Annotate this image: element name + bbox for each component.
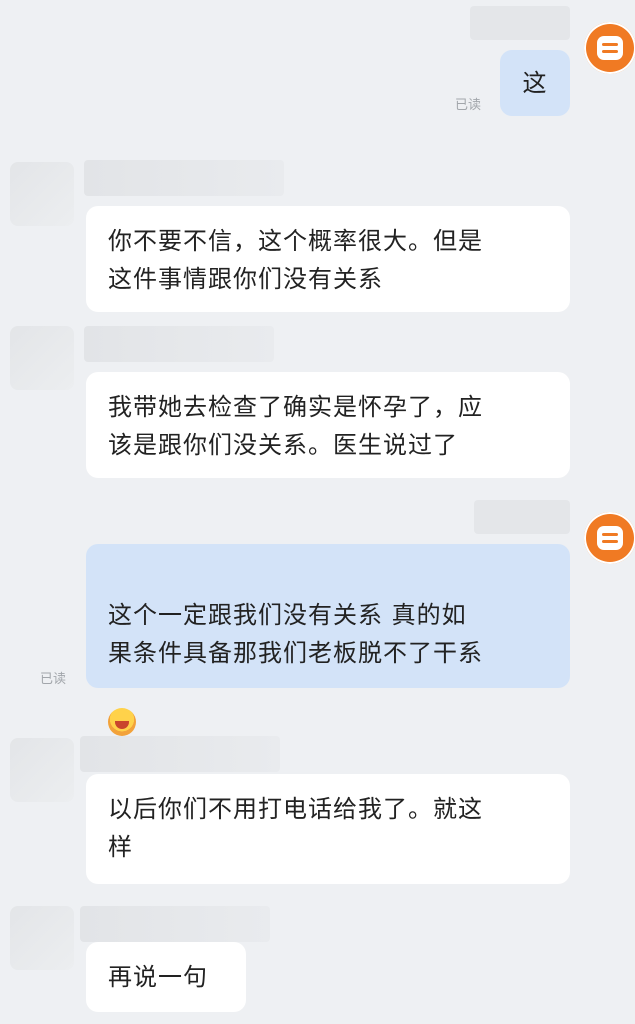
contact-avatar[interactable] bbox=[10, 162, 74, 226]
avatar-logo-icon bbox=[597, 36, 623, 60]
contact-name-blurred bbox=[84, 160, 284, 196]
message-text: 这个一定跟我们没有关系 真的如 果条件具备那我们老板脱不了干系 bbox=[108, 601, 483, 667]
message-bubble-incoming[interactable]: 再说一句 bbox=[86, 942, 246, 1012]
my-avatar[interactable] bbox=[584, 512, 635, 564]
avatar-logo-icon bbox=[597, 526, 623, 550]
message-bubble-incoming[interactable]: 以后你们不用打电话给我了。就这 样 bbox=[86, 774, 570, 884]
read-receipt: 已读 bbox=[455, 98, 482, 113]
message-emoji-row bbox=[108, 672, 548, 736]
sender-name-blurred bbox=[474, 500, 570, 534]
contact-name-blurred bbox=[80, 906, 270, 942]
contact-avatar[interactable] bbox=[10, 906, 74, 970]
contact-name-blurred bbox=[84, 326, 274, 362]
chat-thread: 这 已读 你不要不信，这个概率很大。但是 这件事情跟你们没有关系 我带她去检查了… bbox=[0, 0, 635, 1024]
message-bubble-incoming[interactable]: 我带她去检查了确实是怀孕了，应 该是跟你们没关系。医生说过了 bbox=[86, 372, 570, 478]
contact-name-blurred bbox=[80, 736, 280, 772]
message-bubble-incoming[interactable]: 你不要不信，这个概率很大。但是 这件事情跟你们没有关系 bbox=[86, 206, 570, 312]
contact-avatar[interactable] bbox=[10, 738, 74, 802]
sender-name-blurred bbox=[470, 6, 570, 40]
message-bubble-outgoing[interactable]: 这个一定跟我们没有关系 真的如 果条件具备那我们老板脱不了干系 bbox=[86, 544, 570, 736]
message-bubble-outgoing[interactable]: 这 bbox=[500, 50, 570, 116]
laughing-face-emoji-icon bbox=[108, 708, 136, 736]
contact-avatar[interactable] bbox=[10, 326, 74, 390]
read-receipt: 已读 bbox=[40, 672, 67, 687]
my-avatar[interactable] bbox=[584, 22, 635, 74]
